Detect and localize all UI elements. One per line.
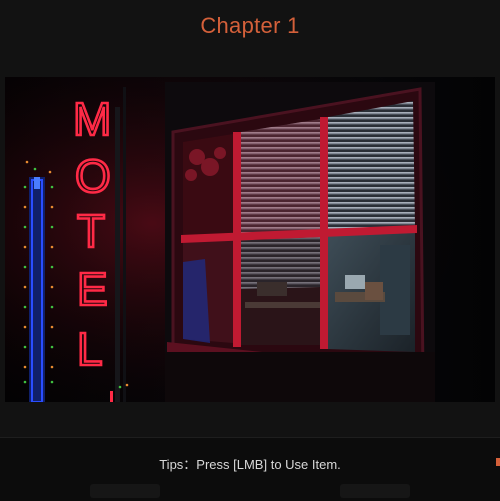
chapter-title: Chapter 1 xyxy=(200,13,300,38)
neon-letter: E xyxy=(77,263,108,315)
corner-accent xyxy=(496,458,500,466)
scene-panel: M O T E L xyxy=(0,52,500,437)
footer-bar: Tips：Press [LMB] to Use Item. xyxy=(0,437,500,501)
chapter-header: Chapter 1 xyxy=(0,0,500,53)
right-footer-button[interactable] xyxy=(340,484,410,498)
tips-text: Tips：Press [LMB] to Use Item. xyxy=(159,457,341,472)
neon-letter: O xyxy=(75,150,111,202)
left-footer-button[interactable] xyxy=(90,484,160,498)
neon-letter: M xyxy=(73,93,111,145)
neon-letter: L xyxy=(77,323,103,375)
motel-scene-image: M O T E L xyxy=(5,77,495,402)
neon-letter: T xyxy=(77,205,105,257)
